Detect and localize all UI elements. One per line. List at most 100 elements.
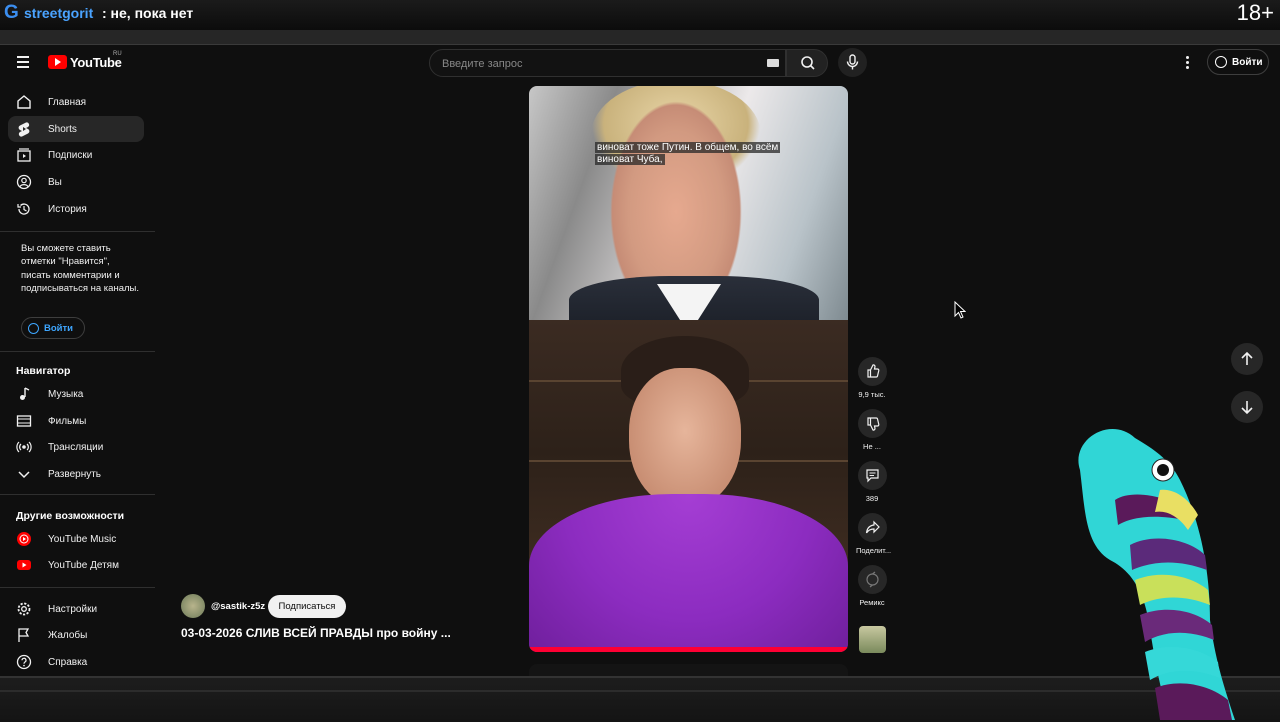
next-video-preview[interactable] <box>529 664 848 676</box>
stream-overlay-bar: G streetgorit : не, пока нет 18+ <box>0 0 1280 30</box>
video-top-scene: виноват тоже Путин. В общем, во всём вин… <box>529 86 848 336</box>
thumbs-up-icon <box>866 364 879 378</box>
search-box[interactable] <box>429 49 786 77</box>
sidebar-item-label: Трансляции <box>48 441 104 453</box>
menu-icon[interactable] <box>14 54 34 70</box>
share-label: Поделит... <box>856 546 892 555</box>
sidebar-divider <box>0 587 155 588</box>
subscribe-button[interactable]: Подписаться <box>268 595 346 618</box>
comments-action[interactable]: 389 <box>856 461 888 503</box>
live-icon <box>16 441 32 453</box>
shorts-video-player[interactable]: виноват тоже Путин. В общем, во всём вин… <box>529 86 848 652</box>
you-icon <box>16 174 32 190</box>
channel-avatar[interactable] <box>181 594 205 618</box>
channel-name[interactable]: @sastik-z5z <box>211 601 265 612</box>
music-icon <box>20 387 30 400</box>
sidebar-item-home[interactable]: Главная <box>8 89 144 115</box>
sidebar-item-movies[interactable]: Фильмы <box>8 408 144 434</box>
remix-action[interactable]: Ремикс <box>856 565 888 607</box>
sidebar-divider <box>0 351 155 352</box>
login-button[interactable]: Войти <box>1207 49 1269 75</box>
shorts-icon <box>18 122 30 137</box>
remix-button[interactable] <box>857 565 887 594</box>
sidebar-item-label: YouTube Детям <box>48 559 119 571</box>
movies-icon <box>16 415 32 427</box>
sidebar-item-label: Главная <box>48 96 87 108</box>
age-rating: 18+ <box>1236 0 1274 25</box>
remix-label: Ремикс <box>859 598 885 607</box>
sidebar-item-label: Настройки <box>48 603 98 615</box>
video-progress-bar[interactable] <box>529 647 848 652</box>
sidebar-item-expand[interactable]: Развернуть <box>8 461 144 487</box>
dislike-label: Не ... <box>863 442 881 451</box>
dislike-action[interactable]: Не ... <box>856 409 888 451</box>
scene-detail <box>629 368 741 508</box>
scene-detail <box>529 494 848 652</box>
share-button[interactable] <box>857 513 887 542</box>
caption-line: виноват тоже Путин. В общем, во всём <box>595 142 781 153</box>
sidebar-item-label: Справка <box>48 656 88 668</box>
navigator-title: Навигатор <box>16 365 71 377</box>
sock-puppet-mascot <box>1078 429 1235 720</box>
comments-button[interactable] <box>857 461 887 490</box>
sidebar-item-music[interactable]: Музыка <box>8 381 144 407</box>
sidebar-item-live[interactable]: Трансляции <box>8 434 144 460</box>
dislike-button[interactable] <box>857 409 887 438</box>
previous-short-button[interactable] <box>1231 343 1263 375</box>
sidebar-item-report[interactable]: Жалобы <box>8 622 144 648</box>
sidebar-item-youtube-music[interactable]: YouTube Music <box>8 526 144 552</box>
signin-note: Вы сможете ставить отметки "Нравится", п… <box>21 243 139 295</box>
sidebar-item-you[interactable]: Вы <box>8 169 144 195</box>
search-button[interactable] <box>786 49 828 77</box>
scene-detail <box>601 86 751 296</box>
sidebar-item-label: Вы <box>48 176 62 188</box>
sidebar-item-youtube-kids[interactable]: YouTube Детям <box>8 552 144 578</box>
sidebar-item-label: Подписки <box>48 149 93 161</box>
youtube-logo[interactable]: YouTube RU <box>48 51 122 70</box>
sidebar-item-shorts[interactable]: Shorts <box>8 116 144 142</box>
user-icon <box>28 322 39 334</box>
share-action[interactable]: Поделит... <box>856 513 892 555</box>
logo-region: RU <box>113 51 122 57</box>
sidebar-signin-button[interactable]: Войти <box>21 317 85 339</box>
flag-icon <box>18 628 30 642</box>
voice-search-button[interactable] <box>838 48 867 77</box>
user-icon <box>1215 56 1227 68</box>
arrow-down-icon <box>1241 401 1253 415</box>
stream-brand: streetgorit <box>24 5 94 21</box>
share-icon <box>865 520 880 534</box>
like-button[interactable] <box>857 357 887 386</box>
video-caption: виноват тоже Путин. В общем, во всём вин… <box>595 142 795 166</box>
streetgorit-logo-icon: G <box>4 2 19 23</box>
search-input[interactable] <box>440 53 754 75</box>
sidebar-item-label: Жалобы <box>48 629 88 641</box>
mic-icon <box>846 54 859 70</box>
youtube-play-icon <box>48 55 67 69</box>
comment-icon <box>865 469 879 483</box>
sidebar-item-help[interactable]: Справка <box>8 649 144 675</box>
help-icon <box>16 654 32 670</box>
remix-icon <box>865 571 879 588</box>
like-action[interactable]: 9,9 тыс. <box>856 357 888 399</box>
comment-count: 389 <box>865 494 879 503</box>
signin-label: Войти <box>44 322 73 334</box>
sidebar-item-label: История <box>48 203 87 215</box>
youtube-kids-icon <box>17 560 31 570</box>
mouse-cursor-icon <box>954 301 966 319</box>
keyboard-icon[interactable] <box>767 59 779 67</box>
channel-thumbnail[interactable] <box>859 626 886 653</box>
gear-icon <box>17 602 31 616</box>
browser-strip <box>0 30 1280 45</box>
video-title[interactable]: 03-03-2026 СЛИВ ВСЕЙ ПРАВДЫ про войну ..… <box>181 626 451 640</box>
sidebar-item-label: Развернуть <box>48 468 102 480</box>
next-short-button[interactable] <box>1231 391 1263 423</box>
more-title: Другие возможности <box>16 510 125 522</box>
sidebar-item-history[interactable]: История <box>8 196 144 222</box>
stream-status: : не, пока нет <box>102 5 194 21</box>
more-options-icon[interactable] <box>1180 53 1194 71</box>
search-icon <box>801 56 815 70</box>
youtube-music-icon <box>17 532 31 546</box>
sidebar-item-subscriptions[interactable]: Подписки <box>8 142 144 168</box>
sidebar-item-label: Музыка <box>48 388 84 400</box>
sidebar-item-settings[interactable]: Настройки <box>8 596 144 622</box>
